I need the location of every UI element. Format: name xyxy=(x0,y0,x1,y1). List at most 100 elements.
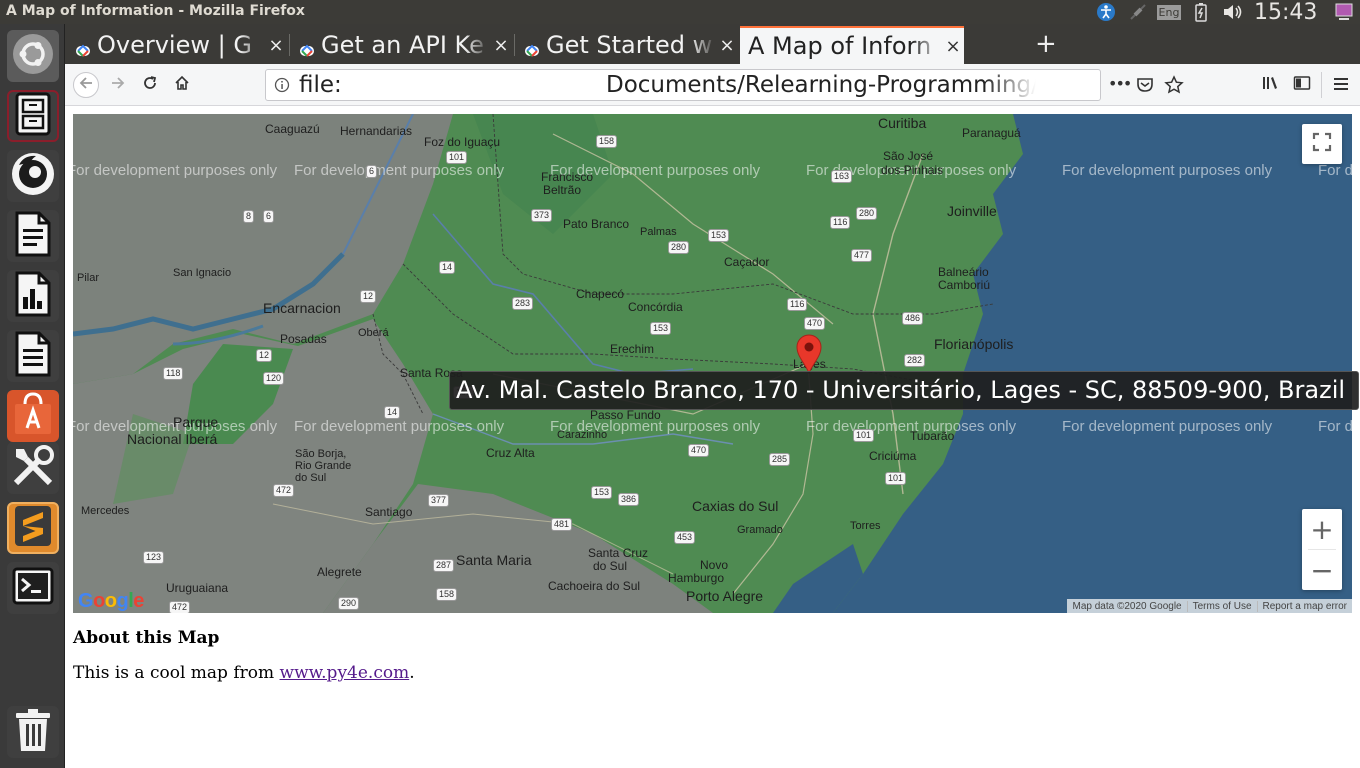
document-icon xyxy=(13,211,53,261)
road-shield: 14 xyxy=(384,406,401,419)
close-icon[interactable]: × xyxy=(716,35,738,56)
arrow-left-icon xyxy=(78,75,94,95)
session-icon[interactable] xyxy=(1333,2,1355,22)
launcher-dash-home[interactable] xyxy=(7,30,59,82)
launcher-calc[interactable] xyxy=(7,270,59,322)
tab-get-started[interactable]: Get Started w × xyxy=(516,26,738,64)
road-shield: 120 xyxy=(263,372,285,385)
road-shield: 8 xyxy=(243,210,255,223)
tab-separator xyxy=(289,34,290,56)
map-data-credit: Map data ©2020 Google xyxy=(1072,600,1182,612)
info-icon[interactable] xyxy=(274,77,290,93)
road-shield: 470 xyxy=(804,317,826,330)
about-text-end: . xyxy=(409,663,415,683)
fullscreen-button[interactable] xyxy=(1302,124,1342,164)
report-map-error-link[interactable]: Report a map error xyxy=(1256,600,1352,612)
road-shield: 153 xyxy=(708,229,730,242)
road-shield: 123 xyxy=(143,551,165,564)
road-shield: 12 xyxy=(256,349,273,362)
reload-icon xyxy=(142,75,158,95)
py4e-link[interactable]: www.py4e.com xyxy=(280,663,410,683)
accessibility-icon[interactable] xyxy=(1095,2,1117,22)
road-shield: 101 xyxy=(446,151,468,164)
road-shield: 287 xyxy=(433,559,455,572)
library-icon xyxy=(1261,75,1279,95)
place-label: Paranaguá xyxy=(962,126,1021,140)
road-shield: 283 xyxy=(512,297,534,310)
bookmark-star-icon[interactable] xyxy=(1164,75,1184,99)
new-tab-button[interactable]: + xyxy=(1035,29,1057,59)
launcher-writer[interactable] xyxy=(7,210,59,262)
place-label: Novo xyxy=(700,558,729,572)
reload-button[interactable] xyxy=(137,72,163,98)
place-label: São Borja, xyxy=(295,448,347,460)
menu-button[interactable] xyxy=(1328,72,1354,98)
system-top-bar: A Map of Information - Mozilla Firefox E… xyxy=(0,0,1360,25)
fullscreen-icon xyxy=(1312,132,1332,156)
tab-get-api-key[interactable]: Get an API Ke × xyxy=(291,26,512,64)
battery-icon[interactable] xyxy=(1192,2,1210,22)
about-paragraph: This is a cool map from www.py4e.com. xyxy=(73,663,415,683)
launcher-system-settings[interactable] xyxy=(7,442,59,494)
sidebar-button[interactable] xyxy=(1289,72,1315,98)
launcher-terminal[interactable] xyxy=(7,562,59,614)
keyboard-layout-icon[interactable]: Eng xyxy=(1156,2,1182,22)
sublime-icon xyxy=(13,504,53,552)
navigation-toolbar: file: Documents/Relearning-Programming/n… xyxy=(65,64,1360,106)
close-icon[interactable]: × xyxy=(942,36,964,57)
place-label: Santa Cruz xyxy=(588,546,649,560)
home-button[interactable] xyxy=(169,72,195,98)
place-label: Curitiba xyxy=(878,115,927,131)
road-shield: 101 xyxy=(853,429,875,442)
place-label: Camboriú xyxy=(938,278,991,292)
zoom-out-button[interactable]: − xyxy=(1302,550,1342,590)
road-shield: 280 xyxy=(856,207,878,220)
place-label: Pilar xyxy=(77,272,100,284)
tab-overview[interactable]: Overview | G × xyxy=(67,26,287,64)
toolbar-separator xyxy=(1321,72,1322,98)
road-shield: 481 xyxy=(551,518,573,531)
arrow-right-icon xyxy=(110,75,126,95)
network-icon[interactable] xyxy=(1128,2,1148,22)
close-icon[interactable]: × xyxy=(265,35,287,56)
place-label: Cruz Alta xyxy=(486,446,535,460)
place-label: Criciúma xyxy=(869,449,917,463)
place-label: Carazinho xyxy=(557,429,608,441)
place-label: Rio Grande xyxy=(295,460,352,472)
launcher-software-center[interactable] xyxy=(7,390,59,442)
place-label: Erechim xyxy=(610,342,655,356)
marker-tooltip: Av. Mal. Castelo Branco, 170 - Universit… xyxy=(449,371,1359,410)
road-shield: 163 xyxy=(831,170,853,183)
map-canvas[interactable]: For development purposes only For develo… xyxy=(73,114,1352,613)
place-label: Passo Fundo xyxy=(590,408,661,422)
place-label: Torres xyxy=(850,520,881,532)
presentation-icon xyxy=(13,331,53,381)
clock[interactable]: 15:43 xyxy=(1254,0,1317,25)
google-logo[interactable]: Google xyxy=(78,590,144,613)
map-marker[interactable] xyxy=(795,334,823,375)
launcher-files[interactable] xyxy=(7,90,59,142)
library-button[interactable] xyxy=(1257,72,1283,98)
page-actions-button[interactable]: ••• xyxy=(1108,74,1132,93)
place-label: Tubarão xyxy=(910,429,955,443)
pocket-icon[interactable] xyxy=(1136,76,1154,98)
road-shield: 118 xyxy=(163,367,184,380)
terms-of-use-link[interactable]: Terms of Use xyxy=(1186,600,1257,612)
tab-map-of-information[interactable]: A Map of Inforn × xyxy=(740,26,964,64)
road-shield: 6 xyxy=(366,165,378,178)
road-shield: 116 xyxy=(830,216,851,229)
back-button[interactable] xyxy=(73,72,99,98)
url-bar[interactable]: file: Documents/Relearning-Programming/n… xyxy=(265,69,1184,101)
zoom-in-button[interactable]: + xyxy=(1302,509,1342,549)
launcher-trash[interactable] xyxy=(7,706,59,758)
launcher xyxy=(0,24,65,768)
close-icon[interactable]: × xyxy=(490,35,512,56)
road-shield: 6 xyxy=(263,210,275,223)
volume-icon[interactable] xyxy=(1220,2,1246,22)
url-path: Documents/Relearning-Programming/n xyxy=(606,72,1036,98)
forward-button[interactable] xyxy=(105,72,131,98)
tab-label: Get Started w xyxy=(546,31,713,59)
launcher-sublime-text[interactable] xyxy=(7,502,59,554)
launcher-impress[interactable] xyxy=(7,330,59,382)
launcher-firefox[interactable] xyxy=(7,150,59,202)
